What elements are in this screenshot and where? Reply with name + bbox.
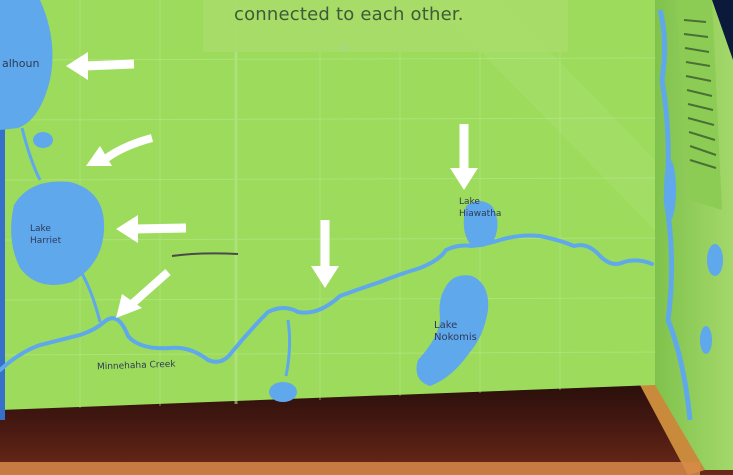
label-line: Harriet bbox=[30, 236, 62, 246]
label-lake-calhoun: alhoun bbox=[2, 57, 40, 70]
label-lake-harriet: Lake Harriet bbox=[30, 223, 61, 247]
scene-graphics bbox=[0, 0, 733, 475]
label-lake-nokomis: Lake Nokomis bbox=[434, 320, 477, 344]
label-line: Nokomis bbox=[434, 332, 477, 343]
base-trim bbox=[0, 462, 700, 475]
side-lake-2 bbox=[707, 244, 723, 276]
label-line: Hiawatha bbox=[459, 209, 502, 219]
label-lake-hiawatha: Lake Hiawatha bbox=[459, 196, 501, 220]
lake-small bbox=[33, 132, 53, 148]
side-lake-3 bbox=[700, 326, 712, 354]
photo-scene: connected to each other. alhoun Lake Har… bbox=[0, 0, 733, 475]
label-line: Lake bbox=[459, 197, 480, 207]
label-line: Lake bbox=[30, 224, 51, 234]
small-pond bbox=[269, 382, 297, 402]
side-lake bbox=[664, 160, 676, 220]
sign-caption: connected to each other. bbox=[234, 4, 464, 25]
label-line: Lake bbox=[434, 320, 458, 331]
